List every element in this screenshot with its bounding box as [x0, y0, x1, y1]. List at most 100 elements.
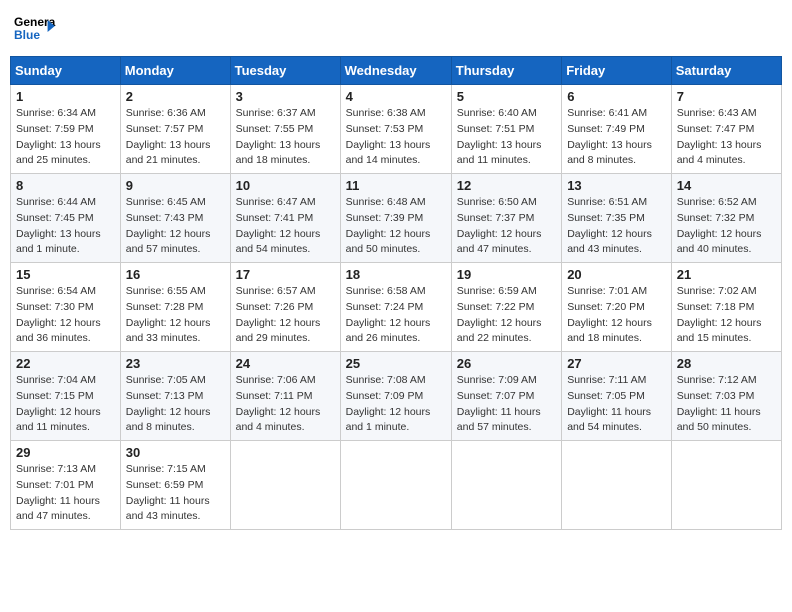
- calendar-day-cell: 13 Sunrise: 6:51 AM Sunset: 7:35 PM Dayl…: [562, 174, 672, 263]
- day-number: 4: [346, 89, 446, 104]
- day-number: 8: [16, 178, 115, 193]
- calendar-week-row: 1 Sunrise: 6:34 AM Sunset: 7:59 PM Dayli…: [11, 85, 782, 174]
- calendar-day-cell: 11 Sunrise: 6:48 AM Sunset: 7:39 PM Dayl…: [340, 174, 451, 263]
- day-info: Sunrise: 6:58 AM Sunset: 7:24 PM Dayligh…: [346, 284, 446, 347]
- page-header: GeneralBlue: [10, 10, 782, 48]
- day-info: Sunrise: 7:09 AM Sunset: 7:07 PM Dayligh…: [457, 373, 556, 436]
- day-number: 1: [16, 89, 115, 104]
- day-info: Sunrise: 7:05 AM Sunset: 7:13 PM Dayligh…: [126, 373, 225, 436]
- day-info: Sunrise: 6:47 AM Sunset: 7:41 PM Dayligh…: [236, 195, 335, 258]
- calendar-day-cell: 4 Sunrise: 6:38 AM Sunset: 7:53 PM Dayli…: [340, 85, 451, 174]
- calendar-day-cell: 2 Sunrise: 6:36 AM Sunset: 7:57 PM Dayli…: [120, 85, 230, 174]
- calendar-day-cell: 6 Sunrise: 6:41 AM Sunset: 7:49 PM Dayli…: [562, 85, 672, 174]
- day-info: Sunrise: 6:38 AM Sunset: 7:53 PM Dayligh…: [346, 106, 446, 169]
- calendar-day-cell: 23 Sunrise: 7:05 AM Sunset: 7:13 PM Dayl…: [120, 352, 230, 441]
- day-of-week-header: Wednesday: [340, 57, 451, 85]
- day-of-week-header: Thursday: [451, 57, 561, 85]
- day-info: Sunrise: 7:06 AM Sunset: 7:11 PM Dayligh…: [236, 373, 335, 436]
- calendar-day-cell: 28 Sunrise: 7:12 AM Sunset: 7:03 PM Dayl…: [671, 352, 781, 441]
- calendar-day-cell: 27 Sunrise: 7:11 AM Sunset: 7:05 PM Dayl…: [562, 352, 672, 441]
- day-number: 30: [126, 445, 225, 460]
- day-number: 6: [567, 89, 666, 104]
- day-info: Sunrise: 7:08 AM Sunset: 7:09 PM Dayligh…: [346, 373, 446, 436]
- calendar-day-cell: 7 Sunrise: 6:43 AM Sunset: 7:47 PM Dayli…: [671, 85, 781, 174]
- day-info: Sunrise: 6:41 AM Sunset: 7:49 PM Dayligh…: [567, 106, 666, 169]
- day-number: 21: [677, 267, 776, 282]
- day-number: 13: [567, 178, 666, 193]
- calendar-day-cell: 21 Sunrise: 7:02 AM Sunset: 7:18 PM Dayl…: [671, 263, 781, 352]
- calendar-day-cell: [671, 441, 781, 530]
- calendar-table: SundayMondayTuesdayWednesdayThursdayFrid…: [10, 56, 782, 530]
- day-info: Sunrise: 7:12 AM Sunset: 7:03 PM Dayligh…: [677, 373, 776, 436]
- calendar-day-cell: [451, 441, 561, 530]
- day-number: 12: [457, 178, 556, 193]
- calendar-day-cell: 17 Sunrise: 6:57 AM Sunset: 7:26 PM Dayl…: [230, 263, 340, 352]
- day-info: Sunrise: 6:36 AM Sunset: 7:57 PM Dayligh…: [126, 106, 225, 169]
- day-info: Sunrise: 6:57 AM Sunset: 7:26 PM Dayligh…: [236, 284, 335, 347]
- calendar-day-cell: 30 Sunrise: 7:15 AM Sunset: 6:59 PM Dayl…: [120, 441, 230, 530]
- calendar-header-row: SundayMondayTuesdayWednesdayThursdayFrid…: [11, 57, 782, 85]
- day-of-week-header: Tuesday: [230, 57, 340, 85]
- calendar-week-row: 29 Sunrise: 7:13 AM Sunset: 7:01 PM Dayl…: [11, 441, 782, 530]
- day-info: Sunrise: 6:43 AM Sunset: 7:47 PM Dayligh…: [677, 106, 776, 169]
- day-number: 23: [126, 356, 225, 371]
- day-of-week-header: Friday: [562, 57, 672, 85]
- day-info: Sunrise: 6:34 AM Sunset: 7:59 PM Dayligh…: [16, 106, 115, 169]
- day-number: 24: [236, 356, 335, 371]
- calendar-week-row: 8 Sunrise: 6:44 AM Sunset: 7:45 PM Dayli…: [11, 174, 782, 263]
- day-number: 17: [236, 267, 335, 282]
- day-info: Sunrise: 6:45 AM Sunset: 7:43 PM Dayligh…: [126, 195, 225, 258]
- calendar-day-cell: 3 Sunrise: 6:37 AM Sunset: 7:55 PM Dayli…: [230, 85, 340, 174]
- calendar-day-cell: 15 Sunrise: 6:54 AM Sunset: 7:30 PM Dayl…: [11, 263, 121, 352]
- day-number: 3: [236, 89, 335, 104]
- calendar-day-cell: 25 Sunrise: 7:08 AM Sunset: 7:09 PM Dayl…: [340, 352, 451, 441]
- day-of-week-header: Sunday: [11, 57, 121, 85]
- day-number: 16: [126, 267, 225, 282]
- day-info: Sunrise: 6:51 AM Sunset: 7:35 PM Dayligh…: [567, 195, 666, 258]
- calendar-day-cell: 19 Sunrise: 6:59 AM Sunset: 7:22 PM Dayl…: [451, 263, 561, 352]
- day-number: 18: [346, 267, 446, 282]
- day-number: 2: [126, 89, 225, 104]
- calendar-day-cell: 24 Sunrise: 7:06 AM Sunset: 7:11 PM Dayl…: [230, 352, 340, 441]
- day-number: 10: [236, 178, 335, 193]
- calendar-day-cell: 8 Sunrise: 6:44 AM Sunset: 7:45 PM Dayli…: [11, 174, 121, 263]
- day-info: Sunrise: 7:11 AM Sunset: 7:05 PM Dayligh…: [567, 373, 666, 436]
- day-info: Sunrise: 6:50 AM Sunset: 7:37 PM Dayligh…: [457, 195, 556, 258]
- calendar-week-row: 15 Sunrise: 6:54 AM Sunset: 7:30 PM Dayl…: [11, 263, 782, 352]
- day-info: Sunrise: 6:54 AM Sunset: 7:30 PM Dayligh…: [16, 284, 115, 347]
- day-info: Sunrise: 7:02 AM Sunset: 7:18 PM Dayligh…: [677, 284, 776, 347]
- logo: GeneralBlue: [14, 10, 56, 48]
- day-info: Sunrise: 6:44 AM Sunset: 7:45 PM Dayligh…: [16, 195, 115, 258]
- day-number: 7: [677, 89, 776, 104]
- calendar-day-cell: [230, 441, 340, 530]
- day-info: Sunrise: 7:15 AM Sunset: 6:59 PM Dayligh…: [126, 462, 225, 525]
- day-info: Sunrise: 7:01 AM Sunset: 7:20 PM Dayligh…: [567, 284, 666, 347]
- calendar-day-cell: 16 Sunrise: 6:55 AM Sunset: 7:28 PM Dayl…: [120, 263, 230, 352]
- calendar-week-row: 22 Sunrise: 7:04 AM Sunset: 7:15 PM Dayl…: [11, 352, 782, 441]
- day-of-week-header: Monday: [120, 57, 230, 85]
- calendar-day-cell: 18 Sunrise: 6:58 AM Sunset: 7:24 PM Dayl…: [340, 263, 451, 352]
- logo-icon: GeneralBlue: [14, 10, 56, 48]
- day-number: 27: [567, 356, 666, 371]
- calendar-day-cell: 1 Sunrise: 6:34 AM Sunset: 7:59 PM Dayli…: [11, 85, 121, 174]
- day-number: 20: [567, 267, 666, 282]
- calendar-day-cell: 20 Sunrise: 7:01 AM Sunset: 7:20 PM Dayl…: [562, 263, 672, 352]
- day-number: 19: [457, 267, 556, 282]
- day-number: 29: [16, 445, 115, 460]
- calendar-day-cell: 22 Sunrise: 7:04 AM Sunset: 7:15 PM Dayl…: [11, 352, 121, 441]
- svg-text:Blue: Blue: [14, 28, 40, 42]
- day-number: 9: [126, 178, 225, 193]
- calendar-day-cell: 12 Sunrise: 6:50 AM Sunset: 7:37 PM Dayl…: [451, 174, 561, 263]
- day-info: Sunrise: 6:40 AM Sunset: 7:51 PM Dayligh…: [457, 106, 556, 169]
- day-info: Sunrise: 6:52 AM Sunset: 7:32 PM Dayligh…: [677, 195, 776, 258]
- day-number: 28: [677, 356, 776, 371]
- calendar-day-cell: 14 Sunrise: 6:52 AM Sunset: 7:32 PM Dayl…: [671, 174, 781, 263]
- calendar-day-cell: [340, 441, 451, 530]
- calendar-day-cell: 10 Sunrise: 6:47 AM Sunset: 7:41 PM Dayl…: [230, 174, 340, 263]
- day-info: Sunrise: 7:13 AM Sunset: 7:01 PM Dayligh…: [16, 462, 115, 525]
- day-info: Sunrise: 6:37 AM Sunset: 7:55 PM Dayligh…: [236, 106, 335, 169]
- day-number: 25: [346, 356, 446, 371]
- calendar-day-cell: 26 Sunrise: 7:09 AM Sunset: 7:07 PM Dayl…: [451, 352, 561, 441]
- day-info: Sunrise: 6:59 AM Sunset: 7:22 PM Dayligh…: [457, 284, 556, 347]
- calendar-day-cell: 5 Sunrise: 6:40 AM Sunset: 7:51 PM Dayli…: [451, 85, 561, 174]
